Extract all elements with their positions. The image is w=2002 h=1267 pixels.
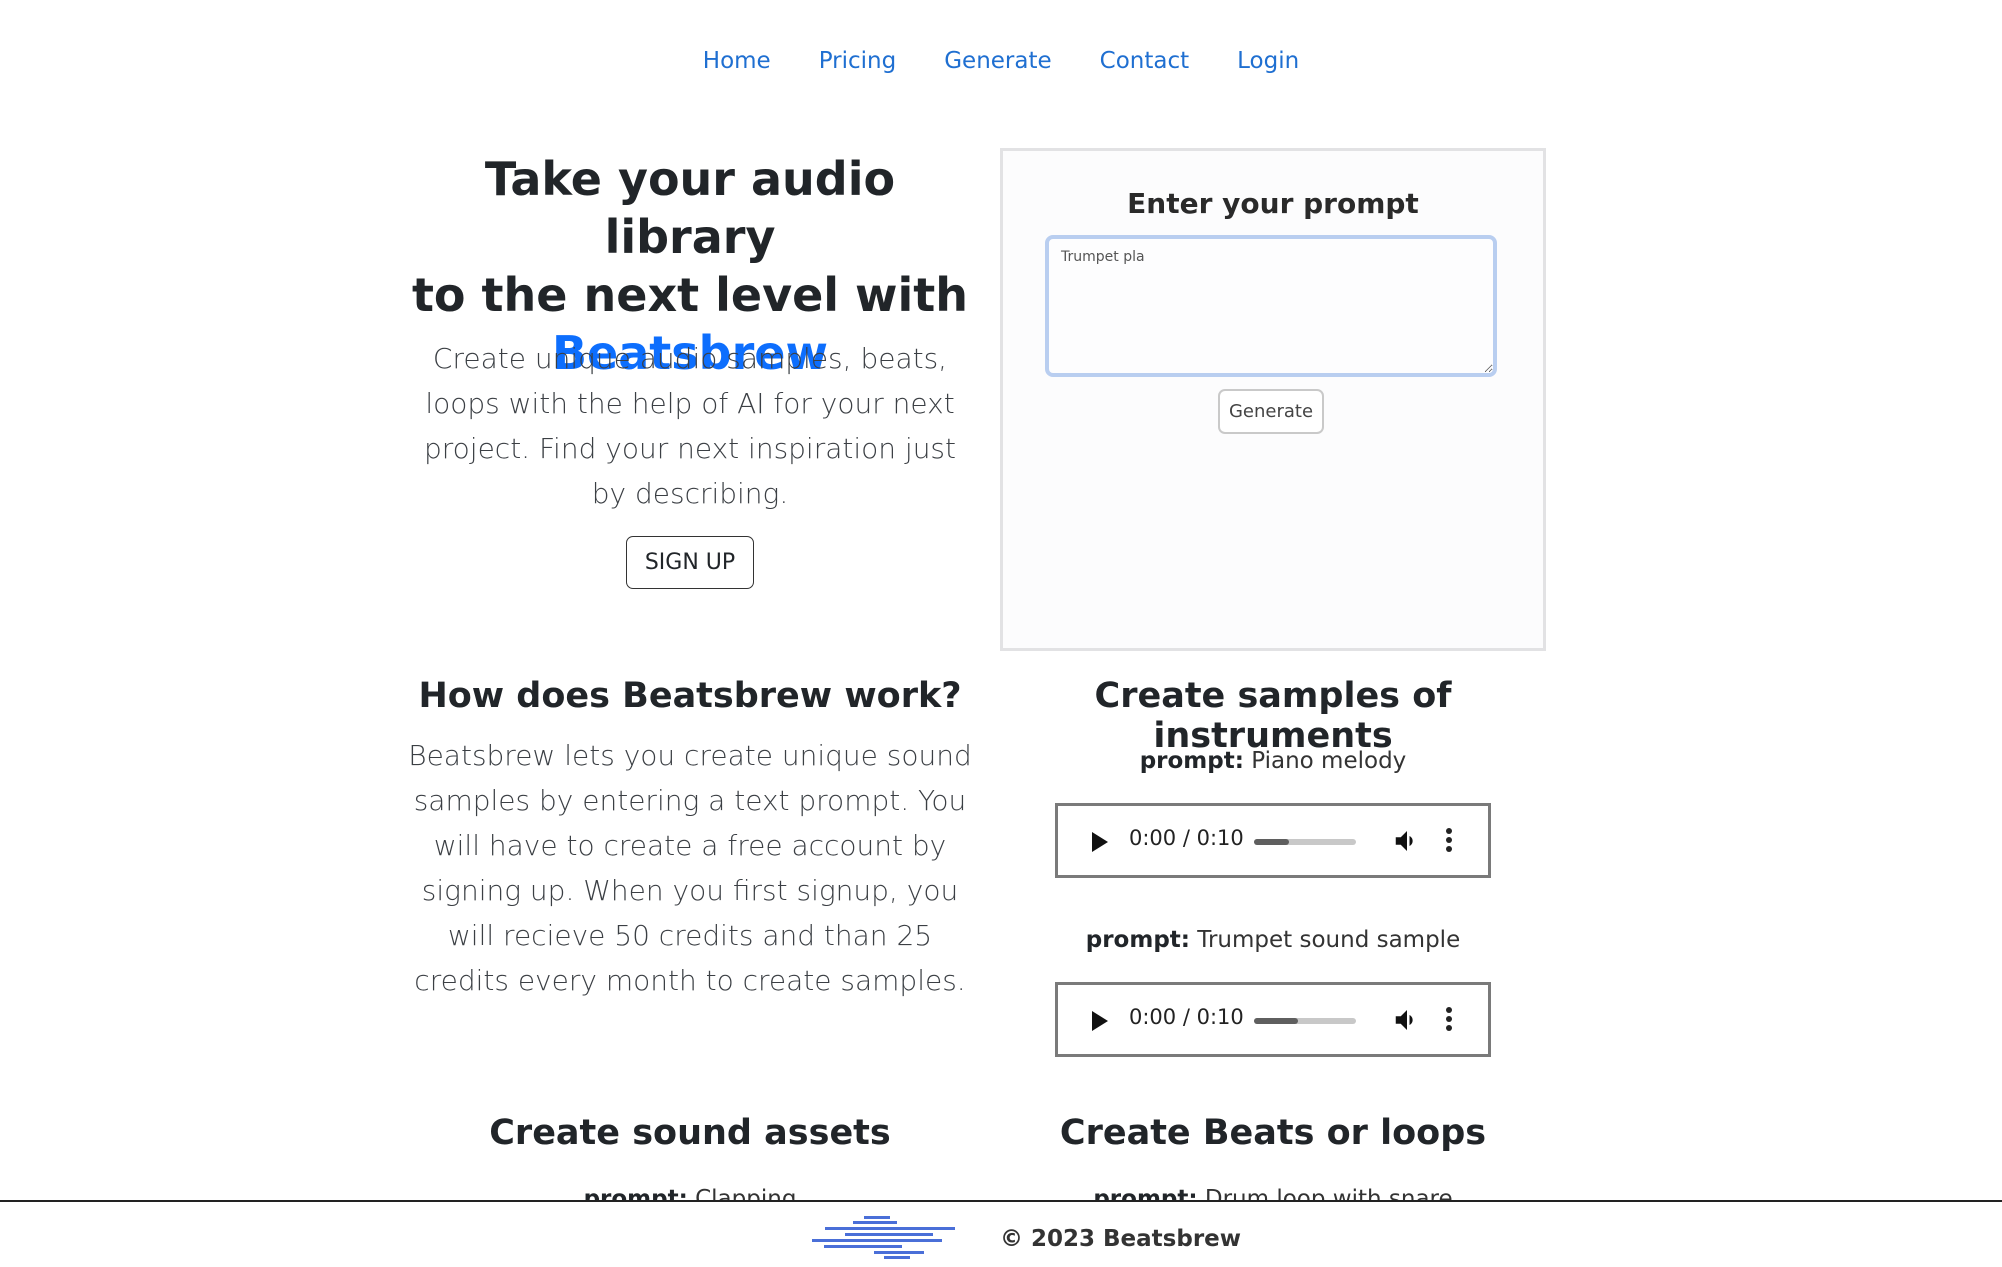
volume-icon[interactable] — [1392, 826, 1422, 856]
instruments-title: Create samples of instruments — [1094, 676, 1452, 756]
how-body: Beatsbrew lets you create unique sound s… — [408, 739, 972, 997]
more-options-icon[interactable] — [1445, 1007, 1453, 1033]
hero-title-line1: Take your audio library — [484, 152, 896, 264]
prompt-card-title: Enter your prompt — [1127, 187, 1419, 220]
sample-prompt-1: prompt: Piano melody — [1000, 748, 1546, 774]
audio-player-2: 0:00 / 0:10 — [1055, 982, 1491, 1057]
prompt-key: prompt: — [1085, 927, 1190, 953]
copyright: © 2023 Beatsbrew — [1000, 1226, 1242, 1252]
sample-prompt-2: prompt: Trumpet sound sample — [1000, 927, 1546, 953]
nav-pricing[interactable]: Pricing — [795, 48, 921, 74]
top-nav: Home Pricing Generate Contact Login — [0, 48, 2002, 74]
time-readout: 0:00 / 0:10 — [1129, 1005, 1244, 1029]
nav-login[interactable]: Login — [1213, 48, 1323, 74]
hero-lead: Create unique audio samples, beats, loop… — [424, 342, 956, 510]
signup-wrap: SIGN UP — [400, 536, 980, 589]
more-options-icon[interactable] — [1445, 828, 1453, 854]
nav-contact[interactable]: Contact — [1076, 48, 1213, 74]
prompt-card: Enter your prompt Generate — [1000, 148, 1546, 651]
volume-icon[interactable] — [1392, 1005, 1422, 1035]
buffer-fill — [1254, 1018, 1298, 1024]
audio-player-1: 0:00 / 0:10 — [1055, 803, 1491, 878]
how-title: How does Beatsbrew work? — [418, 676, 962, 716]
play-icon[interactable] — [1092, 1011, 1108, 1031]
prompt-key: prompt: — [1139, 748, 1244, 774]
assets-title: Create sound assets — [489, 1113, 891, 1153]
time-readout: 0:00 / 0:10 — [1129, 826, 1244, 850]
prompt-text: Trumpet sound sample — [1189, 927, 1461, 953]
beats-title: Create Beats or loops — [1059, 1113, 1487, 1153]
nav-home[interactable]: Home — [679, 48, 795, 74]
footer: © 2023 Beatsbrew — [0, 1200, 2002, 1267]
prompt-text: Piano melody — [1243, 748, 1407, 774]
play-icon[interactable] — [1092, 832, 1108, 852]
hero-title-line2: to the next level with — [411, 268, 969, 322]
nav-generate[interactable]: Generate — [920, 48, 1075, 74]
beatsbrew-logo-icon — [812, 1216, 955, 1259]
prompt-textarea[interactable] — [1045, 235, 1497, 377]
generate-button[interactable]: Generate — [1218, 389, 1324, 434]
seek-bar[interactable] — [1254, 839, 1356, 845]
buffer-fill — [1254, 839, 1289, 845]
signup-button[interactable]: SIGN UP — [625, 536, 755, 589]
seek-bar[interactable] — [1254, 1018, 1356, 1024]
